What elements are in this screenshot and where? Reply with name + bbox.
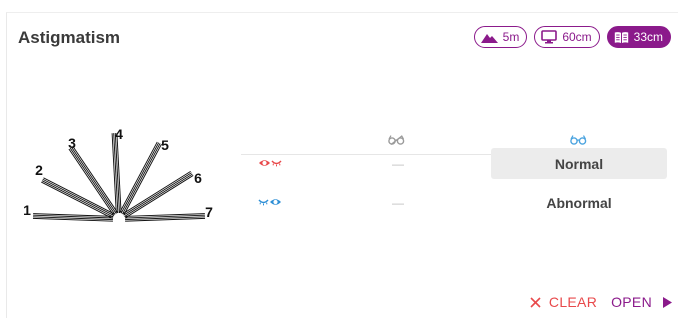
- dial-number-1: 1: [23, 202, 31, 218]
- close-icon: [530, 296, 541, 308]
- distance-label: 60cm: [562, 30, 592, 44]
- clear-label: CLEAR: [548, 294, 598, 310]
- dial-number-7: 7: [205, 204, 213, 220]
- left-eye-open-icon: [258, 199, 281, 206]
- clear-button[interactable]: CLEAR: [530, 294, 597, 310]
- mountain-icon: [480, 33, 498, 43]
- dial-spoke-7: [124, 213, 206, 222]
- card-title: Astigmatism: [18, 28, 121, 47]
- astigmatism-dial: 1 2 3 4 5 6 7: [23, 126, 213, 222]
- card-actions: CLEAR OPEN: [530, 294, 672, 310]
- without-glasses-value: —: [392, 157, 404, 171]
- result-abnormal[interactable]: Abnormal: [491, 187, 667, 218]
- distance-60cm-button[interactable]: 60cm: [534, 26, 600, 48]
- right-eye-open-icon: [259, 160, 282, 167]
- glasses-on-icon: [570, 135, 587, 145]
- dial-numbers: 1 2 3 4 5 6 7: [23, 126, 213, 220]
- dial-spoke-4: [111, 132, 122, 214]
- distance-33cm-button[interactable]: 33cm: [606, 26, 671, 48]
- dial-spokes: [32, 132, 206, 222]
- distance-label: 33cm: [633, 30, 663, 44]
- book-icon: [614, 31, 628, 43]
- astigmatism-card: Astigmatism 5m 60cm 33cm 1 2 3 4 5 6 7 —…: [6, 12, 678, 318]
- distance-5m-button[interactable]: 5m: [473, 26, 528, 48]
- open-label: OPEN: [611, 294, 652, 310]
- open-button[interactable]: OPEN: [611, 294, 672, 310]
- distance-label: 5m: [502, 30, 520, 44]
- glasses-off-icon: [388, 135, 405, 145]
- play-arrow-icon: [663, 296, 672, 308]
- dial-number-2: 2: [35, 162, 43, 178]
- without-glasses-value: —: [392, 196, 404, 210]
- dial-number-3: 3: [68, 135, 76, 151]
- distance-selector: 5m 60cm 33cm: [473, 26, 671, 48]
- dial-spoke-1: [32, 213, 114, 222]
- dial-number-5: 5: [161, 137, 169, 153]
- dial-number-6: 6: [194, 170, 202, 186]
- dial-spoke-5: [119, 141, 162, 216]
- monitor-icon: [541, 30, 558, 44]
- result-normal[interactable]: Normal: [491, 148, 667, 179]
- dial-number-4: 4: [115, 126, 123, 142]
